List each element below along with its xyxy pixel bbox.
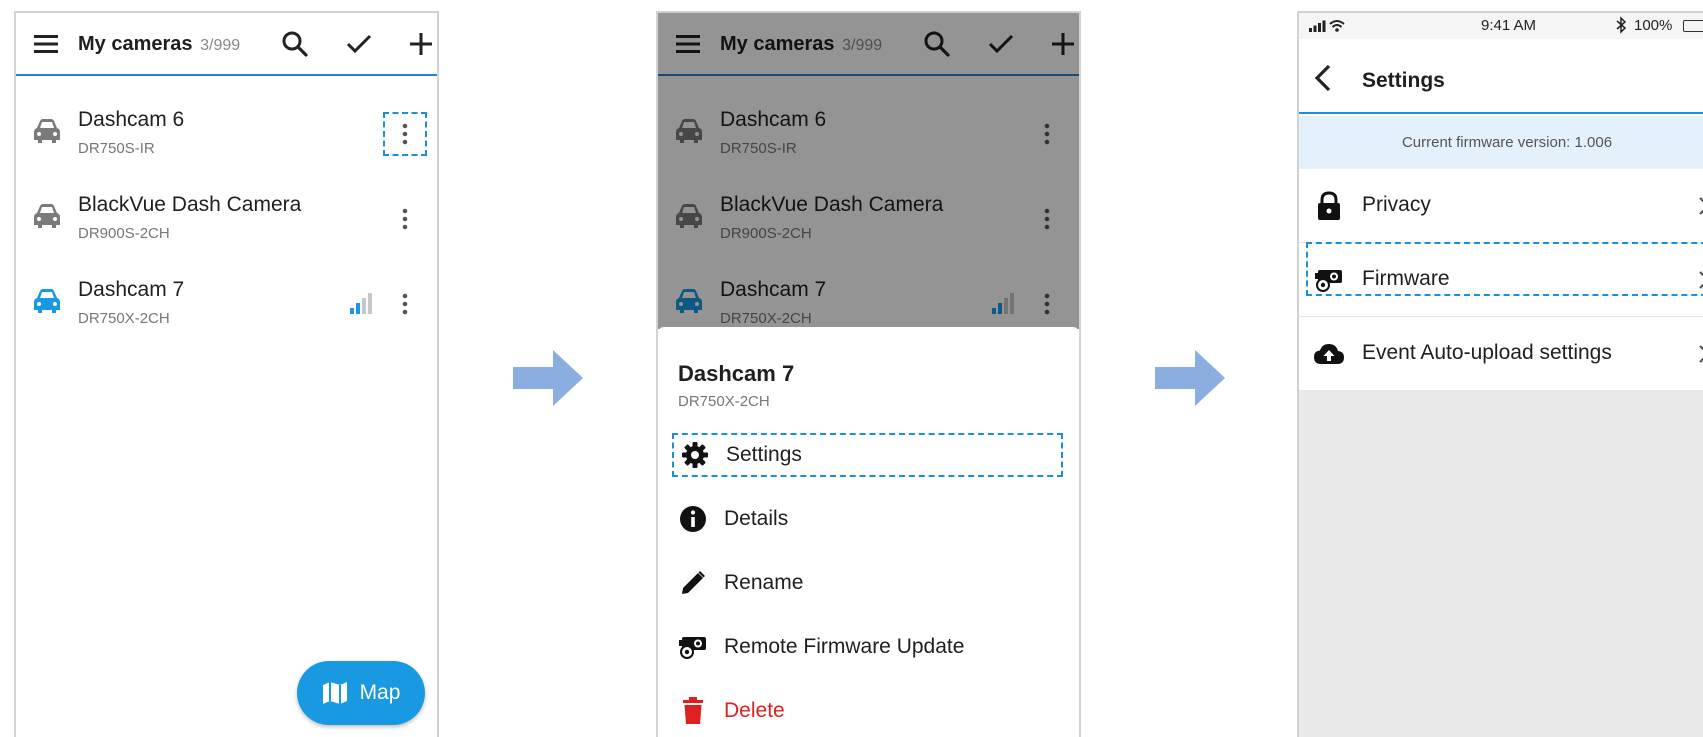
camera-row[interactable]: Dashcam 6 DR750S-IR <box>16 90 437 174</box>
page-title: Settings <box>1362 69 1445 92</box>
map-icon <box>322 682 347 704</box>
kebab-icon <box>402 293 408 315</box>
menu-item-delete[interactable]: Delete <box>672 689 1063 733</box>
lock-icon <box>1318 191 1340 220</box>
firmware-icon <box>679 637 706 659</box>
kebab-icon <box>402 123 408 145</box>
chevron-right-icon <box>1699 197 1703 215</box>
settings-item-event-auto-upload[interactable]: Event Auto-upload settings <box>1299 317 1703 391</box>
menu-item-label: Settings <box>726 443 802 466</box>
camera-model: DR750S-IR <box>78 140 155 157</box>
arrow-right-icon <box>1155 350 1225 406</box>
check-icon[interactable] <box>344 29 374 59</box>
settings-item-label: Event Auto-upload settings <box>1362 341 1612 364</box>
more-options-button[interactable] <box>383 282 427 326</box>
battery-icon <box>1683 20 1703 32</box>
signal-icon <box>350 293 372 314</box>
pencil-icon <box>682 571 705 594</box>
firmware-highlight-box <box>1306 242 1703 296</box>
kebab-icon <box>402 208 408 230</box>
menu-icon[interactable] <box>32 31 60 57</box>
camera-count: 3/999 <box>200 37 241 54</box>
car-icon <box>34 289 60 313</box>
trash-icon <box>683 697 703 724</box>
status-time: 9:41 AM <box>1481 17 1537 34</box>
signal-wifi-icon <box>1309 20 1345 32</box>
car-icon <box>34 119 60 143</box>
menu-item-label: Rename <box>724 571 804 594</box>
cloud-upload-icon <box>1314 344 1344 364</box>
more-options-button[interactable] <box>383 197 427 241</box>
screen-camera-menu: My cameras 3/999 Dashcam 6 DR750S-IR Bla… <box>656 11 1081 737</box>
menu-item-details[interactable]: Details <box>672 497 1063 541</box>
add-icon[interactable] <box>406 29 436 59</box>
camera-row[interactable]: Dashcam 7 DR750X-2CH <box>16 260 437 344</box>
chevron-right-icon <box>1699 345 1703 363</box>
menu-item-settings[interactable]: Settings <box>672 433 1063 477</box>
gear-icon <box>682 442 708 468</box>
dim-overlay[interactable] <box>658 13 1079 329</box>
info-icon <box>680 506 706 532</box>
map-button-label: Map <box>359 681 401 704</box>
arrow-right-icon <box>513 350 583 406</box>
bottom-sheet: Dashcam 7 DR750X-2CH Settings Details Re… <box>658 327 1079 737</box>
back-chevron-icon[interactable] <box>1311 63 1335 93</box>
search-icon[interactable] <box>280 29 310 59</box>
page-title: My cameras 3/999 <box>78 33 241 55</box>
more-options-button[interactable] <box>383 112 427 156</box>
camera-name: BlackVue Dash Camera <box>78 193 302 216</box>
screen-my-cameras: My cameras 3/999 Dashcam 6 DR750S-IR Bla… <box>14 11 439 737</box>
menu-item-rename[interactable]: Rename <box>672 561 1063 605</box>
map-button[interactable]: Map <box>297 661 425 725</box>
menu-item-label: Remote Firmware Update <box>724 635 965 658</box>
sheet-subtitle: DR750X-2CH <box>678 393 770 410</box>
car-icon <box>34 204 60 228</box>
screen-settings: 9:41 AM 100% Settings Current firmware v… <box>1297 11 1703 737</box>
camera-name: Dashcam 6 <box>78 108 185 131</box>
battery-percent: 100% <box>1634 17 1673 34</box>
firmware-version-banner: Current firmware version: 1.006 <box>1299 116 1703 169</box>
camera-model: DR750X-2CH <box>78 310 170 327</box>
camera-row[interactable]: BlackVue Dash Camera DR900S-2CH <box>16 175 437 259</box>
camera-model: DR900S-2CH <box>78 225 170 242</box>
menu-item-remote-firmware-update[interactable]: Remote Firmware Update <box>672 625 1063 669</box>
menu-item-label: Delete <box>724 699 785 722</box>
empty-area <box>1299 391 1703 737</box>
bluetooth-icon <box>1616 16 1627 34</box>
camera-name: Dashcam 7 <box>78 278 185 301</box>
settings-item-privacy[interactable]: Privacy <box>1299 169 1703 243</box>
menu-item-label: Details <box>724 507 789 530</box>
app-bar: My cameras 3/999 <box>16 13 437 76</box>
settings-item-label: Privacy <box>1362 193 1431 216</box>
status-bar: 9:41 AM 100% <box>1299 13 1703 39</box>
sheet-title: Dashcam 7 <box>678 361 795 386</box>
nav-bar: Settings <box>1299 39 1703 114</box>
